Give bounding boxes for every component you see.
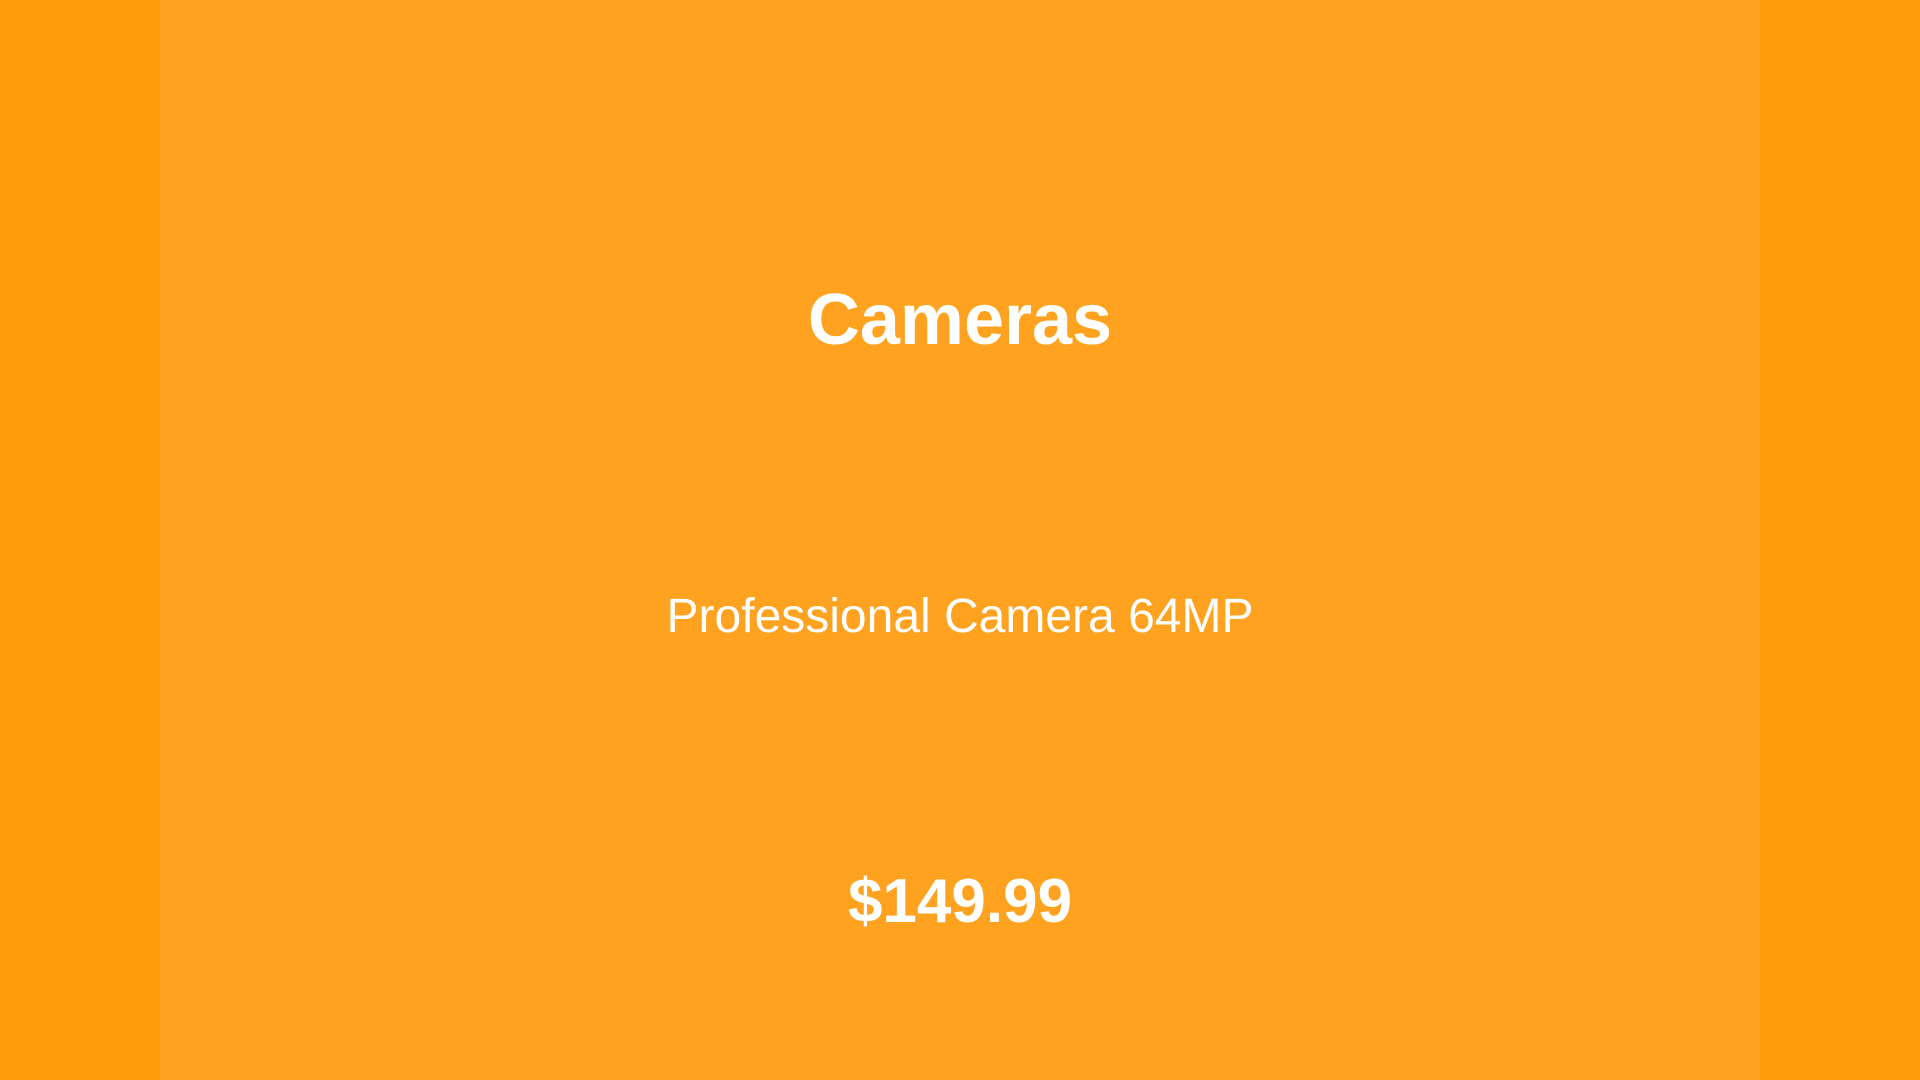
category-title: Cameras: [807, 280, 1113, 360]
product-card[interactable]: Cameras Professional Camera 64MP $149.99: [160, 0, 1760, 1080]
product-name: Professional Camera 64MP: [666, 590, 1254, 643]
page-background: Cameras Professional Camera 64MP $149.99: [0, 0, 1920, 1080]
product-price: $149.99: [847, 867, 1073, 936]
